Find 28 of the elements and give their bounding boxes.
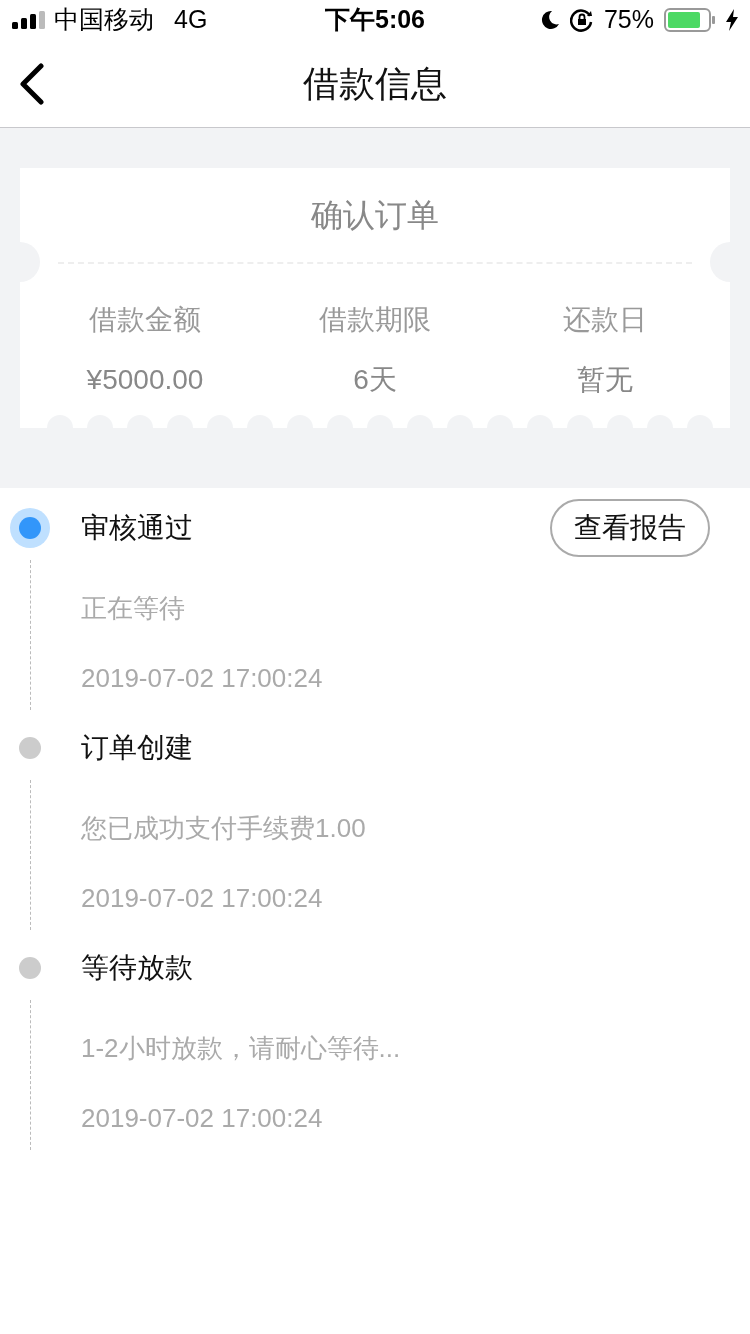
step-time: 2019-07-02 17:00:24: [81, 881, 323, 915]
step-description: 您已成功支付手续费1.00: [81, 811, 366, 845]
field-label: 借款金额: [89, 303, 201, 337]
signal-icon: [12, 11, 46, 29]
network-type: 4G: [174, 4, 208, 36]
step-time: 2019-07-02 17:00:24: [81, 1101, 323, 1135]
carrier-name: 中国移动: [54, 4, 154, 36]
battery-percent: 75%: [603, 4, 654, 36]
rotation-lock-icon: [569, 8, 594, 32]
charging-icon: [726, 9, 738, 31]
field-label: 借款期限: [319, 303, 431, 337]
step-title: 订单创建: [81, 731, 193, 765]
field-value: 暂无: [577, 363, 633, 397]
field-label: 还款日: [563, 303, 647, 337]
view-report-button[interactable]: 查看报告: [550, 499, 710, 557]
step-time: 2019-07-02 17:00:24: [81, 661, 323, 695]
back-icon: [18, 63, 44, 105]
battery-icon: [664, 8, 716, 32]
field-value: ¥5000.00: [86, 363, 204, 397]
card-title: 确认订单: [311, 196, 439, 235]
page-title: 借款信息: [303, 61, 447, 106]
step-description: 正在等待: [81, 591, 185, 625]
step-description: 1-2小时放款，请耐心等待...: [81, 1031, 401, 1065]
field-value: 6天: [353, 363, 397, 397]
step-title: 审核通过: [81, 511, 193, 545]
moon-icon: [539, 10, 560, 30]
status-time: 下午5:06: [325, 4, 425, 36]
step-title: 等待放款: [81, 951, 193, 985]
